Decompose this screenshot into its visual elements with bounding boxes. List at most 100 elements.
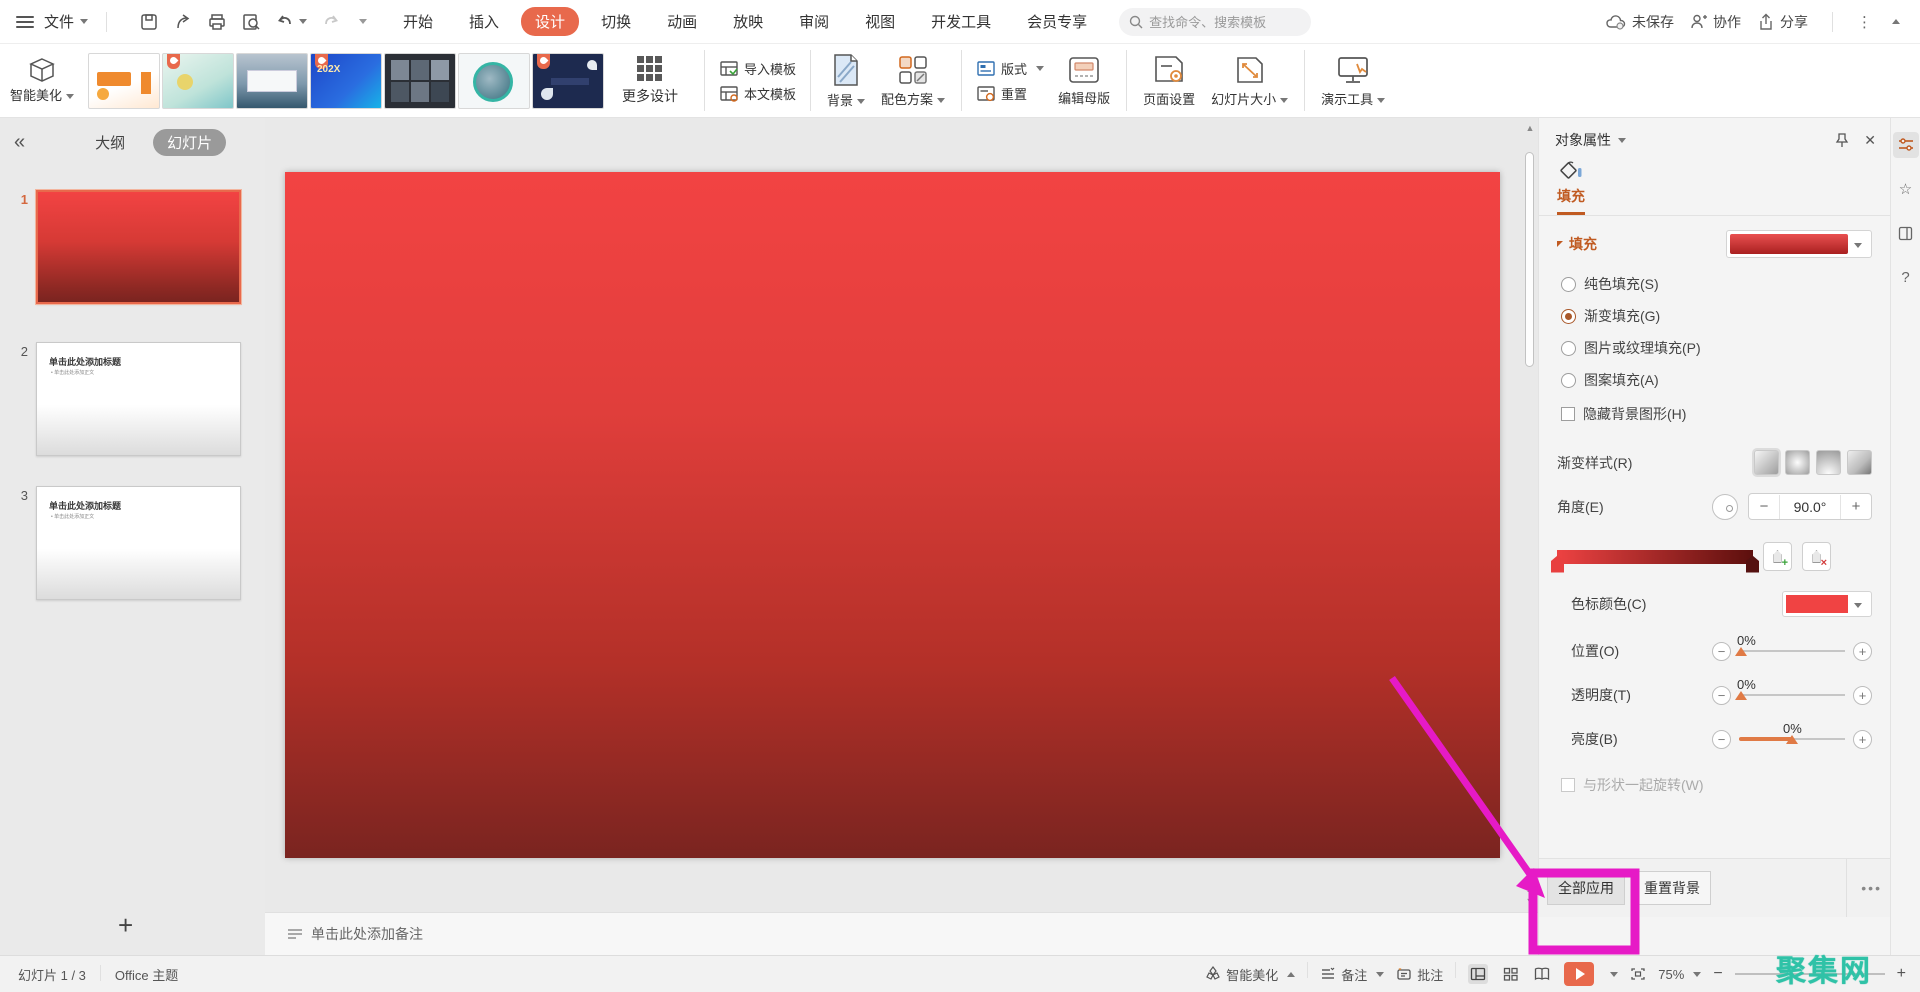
gradient-stop-bar[interactable]	[1557, 550, 1753, 564]
tab-review[interactable]: 审阅	[785, 7, 843, 36]
reset-button[interactable]: 重置	[976, 84, 1027, 103]
zoom-out-button[interactable]: −	[1713, 965, 1722, 983]
position-decrease-button[interactable]: −	[1712, 642, 1731, 661]
search-input[interactable]: 查找命令、搜索模板	[1119, 8, 1311, 36]
fit-to-window-button[interactable]	[1630, 967, 1646, 981]
notes-bar[interactable]: 单击此处添加备注	[265, 912, 1538, 955]
tab-transition[interactable]: 切换	[587, 7, 645, 36]
edit-master-button[interactable]: 编辑母版	[1050, 44, 1118, 117]
notes-toggle-button[interactable]: 备注	[1320, 965, 1384, 984]
template-thumb-2[interactable]	[162, 53, 234, 109]
zoom-in-button[interactable]: +	[1897, 965, 1906, 983]
file-panel-icon[interactable]	[1893, 220, 1919, 246]
transparency-decrease-button[interactable]: −	[1712, 686, 1731, 705]
prev-slide-icon[interactable]: ▲	[1524, 883, 1536, 895]
share-button[interactable]: 分享	[1757, 12, 1808, 32]
gradient-stop-handle-left[interactable]	[1551, 556, 1564, 573]
radio-pattern-fill[interactable]: 图案填充(A)	[1561, 370, 1872, 390]
tab-design[interactable]: 设计	[521, 7, 579, 36]
gradient-stop-handle-right[interactable]	[1746, 556, 1759, 573]
transparency-slider-handle[interactable]	[1735, 691, 1747, 700]
angle-decrease-button[interactable]: −	[1749, 494, 1779, 519]
gradient-style-linear[interactable]	[1754, 450, 1779, 475]
slide-thumb-canvas[interactable]: 单击此处添加标题 • 单击此处添加正文	[36, 342, 241, 456]
transparency-increase-button[interactable]: +	[1853, 686, 1872, 705]
color-scheme-button[interactable]: 配色方案	[873, 44, 953, 117]
radio-picture-fill[interactable]: 图片或纹理填充(P)	[1561, 338, 1872, 358]
reading-view-button[interactable]	[1532, 964, 1552, 984]
tab-slides[interactable]: 幻灯片	[153, 129, 226, 156]
angle-knob[interactable]	[1712, 494, 1738, 520]
panel-tab-fill[interactable]: 填充	[1557, 160, 1585, 215]
template-thumb-1[interactable]	[88, 53, 160, 109]
quickbar-more-icon[interactable]	[355, 19, 367, 24]
zoom-level[interactable]: 75%	[1658, 967, 1701, 982]
apply-all-button[interactable]: 全部应用	[1547, 871, 1625, 905]
template-thumb-6[interactable]	[458, 53, 530, 109]
position-slider[interactable]: 0%	[1739, 650, 1845, 652]
tab-devtools[interactable]: 开发工具	[917, 7, 1005, 36]
help-icon[interactable]: ?	[1893, 264, 1919, 290]
brightness-increase-button[interactable]: +	[1853, 730, 1872, 749]
page-setup-button[interactable]: 页面设置	[1135, 44, 1203, 117]
tab-outline[interactable]: 大纲	[81, 129, 139, 156]
play-options-icon[interactable]	[1610, 972, 1618, 977]
gradient-style-radial-center[interactable]	[1785, 450, 1810, 475]
hamburger-menu-icon[interactable]	[16, 16, 34, 28]
tab-insert[interactable]: 插入	[455, 7, 513, 36]
reset-background-button[interactable]: 重置背景	[1633, 871, 1711, 905]
template-thumb-5[interactable]	[384, 53, 456, 109]
collapse-ribbon-icon[interactable]	[1892, 19, 1900, 24]
collaborate-button[interactable]: 协作	[1690, 12, 1741, 32]
radio-solid-fill[interactable]: 纯色填充(S)	[1561, 274, 1872, 294]
undo-icon[interactable]	[275, 12, 307, 32]
theme-name[interactable]: Office 主题	[115, 965, 178, 984]
checkbox-hide-background[interactable]: 隐藏背景图形(H)	[1561, 404, 1872, 424]
tab-view[interactable]: 视图	[851, 7, 909, 36]
stop-color-picker[interactable]	[1782, 591, 1872, 617]
vertical-scrollbar[interactable]: ▲ ▲ ▼	[1524, 122, 1536, 907]
add-slide-button[interactable]: +	[118, 910, 133, 941]
play-slideshow-button[interactable]	[1564, 962, 1594, 986]
scrollbar-thumb[interactable]	[1525, 152, 1534, 367]
radio-gradient-fill[interactable]: 渐变填充(G)	[1561, 306, 1872, 326]
brightness-slider-handle[interactable]	[1786, 735, 1798, 744]
zoom-slider[interactable]	[1735, 973, 1885, 975]
slide-size-button[interactable]: 幻灯片大小	[1203, 44, 1296, 117]
fill-gradient-picker[interactable]	[1726, 230, 1872, 258]
tab-animation[interactable]: 动画	[653, 7, 711, 36]
angle-value[interactable]: 90.0°	[1779, 495, 1841, 519]
present-tools-button[interactable]: 演示工具	[1313, 44, 1393, 117]
slide-thumb-canvas[interactable]: 单击此处添加标题 • 单击此处添加正文	[36, 486, 241, 600]
scroll-up-icon[interactable]: ▲	[1524, 122, 1536, 134]
fill-section-header[interactable]: 填充	[1557, 230, 1872, 258]
object-properties-strip-icon[interactable]	[1893, 132, 1919, 158]
comments-button[interactable]: 批注	[1396, 965, 1443, 984]
slide-canvas[interactable]	[285, 172, 1500, 858]
save-icon[interactable]	[139, 12, 159, 32]
redo-icon[interactable]	[321, 12, 341, 32]
brightness-slider[interactable]: 0%	[1739, 738, 1845, 740]
tab-home[interactable]: 开始	[389, 7, 447, 36]
star-resources-icon[interactable]: ☆	[1893, 176, 1919, 202]
panel-more-button[interactable]: •••	[1846, 859, 1882, 917]
print-preview-icon[interactable]	[241, 12, 261, 32]
add-gradient-stop-button[interactable]: +	[1763, 542, 1792, 571]
more-design-button[interactable]: 更多设计	[604, 44, 696, 117]
tab-slideshow[interactable]: 放映	[719, 7, 777, 36]
template-thumb-4[interactable]: 202X	[310, 53, 382, 109]
smart-beautify-button[interactable]: 智能美化	[0, 44, 84, 117]
import-template-button[interactable]: 导入模板	[719, 59, 796, 78]
close-icon[interactable]: ✕	[1864, 132, 1876, 149]
remove-gradient-stop-button[interactable]: ×	[1802, 542, 1831, 571]
slide-sorter-view-button[interactable]	[1500, 964, 1520, 984]
normal-view-button[interactable]	[1468, 964, 1488, 984]
smart-beautify-status-button[interactable]: 智能美化	[1205, 965, 1295, 984]
position-slider-handle[interactable]	[1735, 647, 1747, 656]
transparency-slider[interactable]: 0%	[1739, 694, 1845, 696]
collapse-sidebar-button[interactable]: «	[14, 131, 25, 154]
save-status[interactable]: 未保存	[1605, 12, 1674, 32]
gradient-style-diagonal[interactable]	[1847, 450, 1872, 475]
slide-thumbnail-3[interactable]: 3 单击此处添加标题 • 单击此处添加正文	[12, 486, 265, 600]
window-more-icon[interactable]: ⋮	[1857, 13, 1872, 31]
